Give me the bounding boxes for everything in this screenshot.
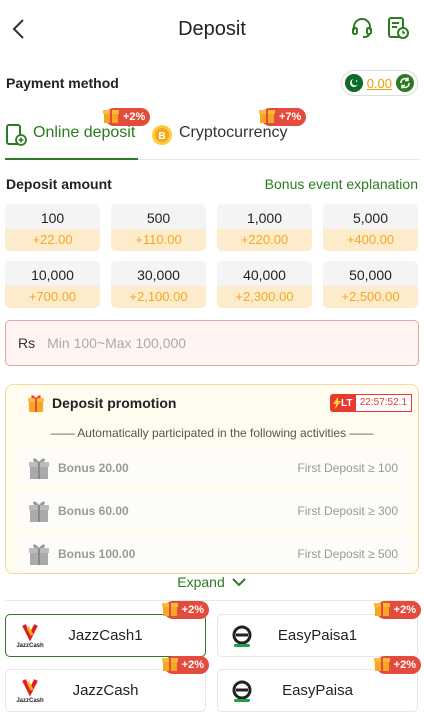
- easypaisa-logo-icon: [232, 625, 252, 647]
- bonus-event-explanation-link[interactable]: Bonus event explanation: [265, 176, 418, 192]
- amount-option[interactable]: 100 +22.00: [5, 204, 100, 251]
- tab-online-deposit-label: Online deposit: [33, 124, 136, 141]
- promotion-timer: LT 22:57:52.1: [329, 394, 412, 412]
- balance-pill: 0.00: [340, 70, 418, 96]
- channel-name: EasyPaisa1: [277, 627, 358, 644]
- amount-option[interactable]: 5,000 +400.00: [323, 204, 418, 251]
- deposit-amount-title: Deposit amount: [6, 176, 112, 192]
- amount-option[interactable]: 500 +110.00: [111, 204, 206, 251]
- tab-online-deposit[interactable]: Online deposit: [5, 124, 138, 160]
- promotion-title: Deposit promotion: [52, 395, 177, 411]
- online-deposit-bonus-badge: +2%: [103, 108, 151, 126]
- gift-box-icon: [29, 457, 49, 479]
- gift-icon: [161, 603, 178, 616]
- tab-cryptocurrency-label: Cryptocurrency: [179, 124, 288, 141]
- amount-option[interactable]: 30,000 +2,100.00: [111, 261, 206, 308]
- deposit-amount-row: Deposit amount Bonus event explanation: [0, 164, 424, 204]
- amount-grid: 100 +22.00 500 +110.00 1,000 +220.00 5,000 +…: [0, 204, 424, 308]
- payment-tabs: Online deposit +2% B Cryptocurrency +7%: [5, 108, 419, 160]
- amount-input-box[interactable]: Rs: [5, 320, 419, 366]
- bonus-item: Bonus 100.00 First Deposit ≥ 500: [18, 535, 410, 572]
- channel-easypaisa1[interactable]: EasyPaisa1 +2%: [217, 601, 421, 657]
- balance-value: 0.00: [366, 75, 392, 91]
- back-arrow-icon[interactable]: [6, 16, 32, 42]
- gift-icon: [259, 110, 275, 123]
- promotion-header: Deposit promotion: [26, 393, 176, 413]
- bonus-item: Bonus 60.00 First Deposit ≥ 300: [18, 492, 410, 529]
- amount-option[interactable]: 1,000 +220.00: [217, 204, 312, 251]
- gift-icon: [373, 603, 390, 616]
- expand-button[interactable]: Expand: [0, 574, 424, 590]
- easypaisa-logo-icon: [232, 680, 252, 702]
- gift-box-icon: [29, 543, 49, 565]
- channel-name: JazzCash: [72, 682, 139, 699]
- countdown-time: 22:57:52.1: [355, 394, 412, 412]
- gift-icon: [103, 110, 119, 123]
- currency-label: Rs: [18, 335, 36, 351]
- gift-icon: [161, 658, 178, 671]
- payment-channel-grid: JazzCash JazzCash1 +2% EasyPaisa1 +2% Ja…: [5, 601, 421, 712]
- payment-method-row: Payment method 0.00: [0, 58, 424, 108]
- expand-label: Expand: [177, 574, 225, 590]
- channel-bonus-badge: +2%: [373, 601, 421, 619]
- bitcoin-icon: B: [152, 125, 172, 145]
- pakistan-flag-icon: [344, 74, 363, 92]
- mobile-deposit-icon: [6, 124, 27, 146]
- payment-method-title: Payment method: [6, 75, 119, 91]
- channel-name: EasyPaisa: [282, 682, 353, 699]
- promotion-subtitle: —— Automatically participated in the fol…: [50, 426, 374, 440]
- lightning-timer-icon: LT: [329, 394, 356, 412]
- amount-option[interactable]: 40,000 +2,300.00: [217, 261, 312, 308]
- jazzcash-logo-icon: JazzCash: [16, 679, 44, 704]
- amount-input[interactable]: [47, 335, 348, 351]
- bonus-item: Bonus 20.00 First Deposit ≥ 100: [18, 449, 410, 486]
- channel-bonus-badge: +2%: [161, 601, 209, 619]
- amount-option[interactable]: 50,000 +2,500.00: [323, 261, 418, 308]
- headset-support-icon[interactable]: [350, 16, 374, 40]
- chevron-down-icon: [232, 578, 246, 587]
- divider: [5, 600, 419, 601]
- svg-text:JazzCash: JazzCash: [16, 698, 44, 704]
- cryptocurrency-bonus-badge: +7%: [259, 108, 307, 126]
- refresh-icon[interactable]: [396, 74, 414, 92]
- amount-option[interactable]: 10,000 +700.00: [5, 261, 100, 308]
- page-title: Deposit: [178, 17, 246, 40]
- tab-cryptocurrency[interactable]: B Cryptocurrency: [151, 124, 287, 160]
- svg-text:JazzCash: JazzCash: [16, 643, 44, 649]
- lightning-icon: [332, 397, 341, 409]
- channel-jazzcash[interactable]: JazzCash JazzCash +2%: [5, 656, 209, 712]
- channel-bonus-badge: +2%: [161, 656, 209, 674]
- channel-name: JazzCash1: [68, 627, 143, 644]
- gift-icon: [28, 395, 44, 412]
- deposit-promotion-panel: Deposit promotion LT 22:57:52.1 —— Autom…: [5, 384, 419, 574]
- gift-box-icon: [29, 500, 49, 522]
- history-record-icon[interactable]: [386, 16, 410, 40]
- header: Deposit: [0, 0, 424, 58]
- channel-jazzcash1[interactable]: JazzCash JazzCash1 +2%: [5, 601, 209, 657]
- jazzcash-logo-icon: JazzCash: [16, 624, 44, 649]
- gift-icon: [373, 658, 390, 671]
- channel-bonus-badge: +2%: [373, 656, 421, 674]
- svg-text:B: B: [158, 131, 165, 142]
- channel-easypaisa[interactable]: EasyPaisa +2%: [217, 656, 421, 712]
